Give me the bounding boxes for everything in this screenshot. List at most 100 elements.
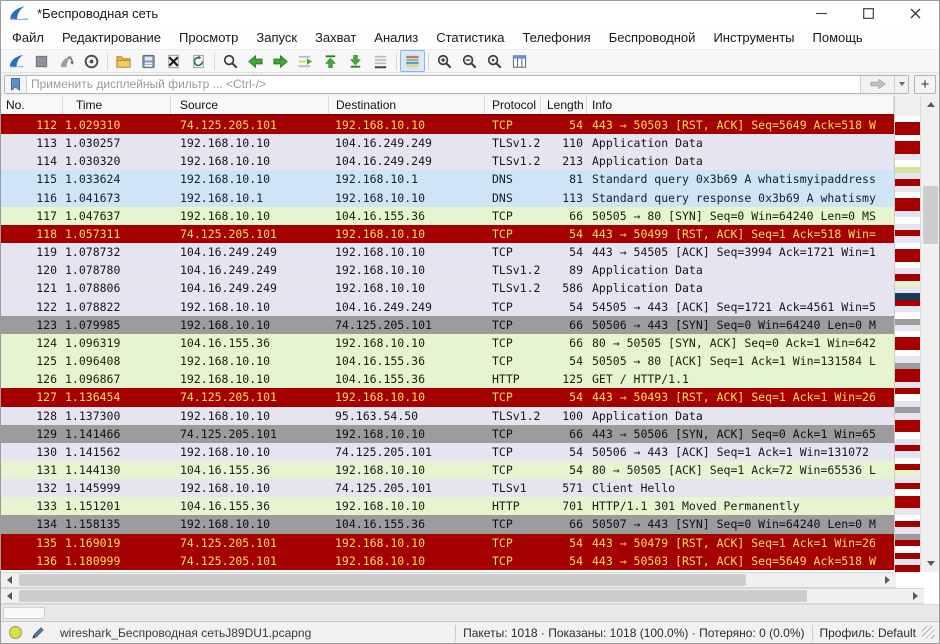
reload-file-button[interactable] [186, 50, 211, 72]
packet-list-hscrollbar[interactable] [1, 572, 896, 588]
column-header-destination[interactable]: Destination [329, 96, 485, 114]
hscroll-right-button[interactable] [879, 573, 896, 587]
cell-info: 50506 → 443 [ACK] Seq=1 Ack=1 Win=131072 [587, 443, 894, 461]
menu-item-analyze[interactable]: Анализ [365, 27, 427, 48]
go-back-button[interactable] [243, 50, 268, 72]
secondary-hscrollbar[interactable] [1, 588, 924, 604]
capture-comment-button[interactable] [31, 626, 45, 640]
packet-row[interactable]: 1301.141562192.168.10.1074.125.205.101TC… [1, 443, 894, 461]
column-header-length[interactable]: Length [541, 96, 587, 114]
packet-row[interactable]: 1281.137300192.168.10.1095.163.54.50TLSv… [1, 407, 894, 425]
packet-row[interactable]: 1251.096408192.168.10.10104.16.155.36TCP… [1, 352, 894, 370]
menu-item-statistics[interactable]: Статистика [427, 27, 513, 48]
restart-capture-button[interactable] [54, 50, 79, 72]
packet-row[interactable]: 1121.02931074.125.205.101192.168.10.10TC… [1, 116, 894, 134]
close-file-button[interactable] [161, 50, 186, 72]
filter-add-button[interactable]: + [914, 75, 936, 94]
packet-row[interactable]: 1231.079985192.168.10.1074.125.205.101TC… [1, 316, 894, 334]
packet-row[interactable]: 1181.05731174.125.205.101192.168.10.10TC… [1, 225, 894, 243]
close-button[interactable] [892, 1, 939, 25]
column-header-protocol[interactable]: Protocol [485, 96, 541, 114]
open-file-button[interactable] [111, 50, 136, 72]
menu-item-tools[interactable]: Инструменты [704, 27, 803, 48]
column-header-no[interactable]: No. [1, 96, 63, 114]
packet-row[interactable]: 1191.078732104.16.249.249192.168.10.10TC… [1, 243, 894, 261]
packet-row[interactable]: 1141.030320192.168.10.10104.16.249.249TL… [1, 152, 894, 170]
packet-row[interactable]: 1171.047637192.168.10.10104.16.155.36TCP… [1, 207, 894, 225]
profile-label[interactable]: Профиль: Default [820, 626, 917, 640]
scroll-up-button[interactable] [921, 96, 940, 113]
hscrollbar-thumb[interactable] [19, 590, 807, 602]
resize-columns-button[interactable] [507, 50, 532, 72]
cell-source: 192.168.10.10 [171, 134, 329, 152]
packet-row[interactable]: 1211.078806104.16.249.249192.168.10.10TL… [1, 279, 894, 297]
column-header-source[interactable]: Source [171, 96, 329, 114]
filter-bookmark-button[interactable] [5, 76, 27, 93]
zoom-original-button[interactable] [482, 50, 507, 72]
scroll-down-button[interactable] [921, 555, 940, 572]
hscroll-right-button[interactable] [907, 589, 924, 603]
maximize-button[interactable] [845, 1, 892, 25]
auto-scroll-button[interactable] [368, 50, 393, 72]
open-file-icon [115, 53, 132, 70]
zoom-in-button[interactable] [432, 50, 457, 72]
packet-row[interactable]: 1321.145999192.168.10.1074.125.205.101TL… [1, 479, 894, 497]
vertical-scrollbar-thumb[interactable] [923, 186, 938, 244]
zoom-out-button[interactable] [457, 50, 482, 72]
column-header-info[interactable]: Info [587, 96, 894, 114]
packet-row[interactable]: 1131.030257192.168.10.10104.16.249.249TL… [1, 134, 894, 152]
intelligent-scrollbar-minimap[interactable] [894, 96, 920, 572]
menu-item-telephony[interactable]: Телефония [513, 27, 599, 48]
menu-item-capture[interactable]: Захват [306, 27, 365, 48]
packet-row[interactable]: 1291.14146674.125.205.101192.168.10.10TC… [1, 425, 894, 443]
packet-row[interactable]: 1261.096867192.168.10.10104.16.155.36HTT… [1, 370, 894, 388]
packet-row[interactable]: 1341.158135192.168.10.10104.16.155.36TCP… [1, 515, 894, 533]
menu-item-file[interactable]: Файл [3, 27, 53, 48]
hscrollbar-thumb[interactable] [19, 574, 746, 586]
go-first-packet-button[interactable] [318, 50, 343, 72]
packet-row[interactable]: 1311.144130104.16.155.36192.168.10.10TCP… [1, 461, 894, 479]
find-packet-button[interactable] [218, 50, 243, 72]
cell-no: 131 [1, 461, 63, 479]
expert-info-button[interactable] [9, 626, 22, 639]
packet-row[interactable]: 1151.033624192.168.10.10192.168.10.1DNS8… [1, 170, 894, 188]
filter-apply-button[interactable] [860, 76, 894, 93]
menu-item-help[interactable]: Помощь [804, 27, 872, 48]
packet-row[interactable]: 1361.18099974.125.205.101192.168.10.10TC… [1, 552, 894, 570]
go-to-packet-icon [297, 53, 314, 70]
menu-item-view[interactable]: Просмотр [170, 27, 247, 48]
go-forward-button[interactable] [268, 50, 293, 72]
cell-no: 124 [1, 334, 63, 352]
packet-row[interactable]: 1221.078822192.168.10.10104.16.249.249TC… [1, 298, 894, 316]
hscroll-left-button[interactable] [1, 573, 18, 587]
packet-row[interactable]: 1271.13645474.125.205.101192.168.10.10TC… [1, 388, 894, 406]
packet-row[interactable]: 1331.151201104.16.155.36192.168.10.10HTT… [1, 497, 894, 515]
menu-item-wireless[interactable]: Беспроводной [600, 27, 705, 48]
start-capture-button[interactable] [4, 50, 29, 72]
save-file-button[interactable] [136, 50, 161, 72]
packet-row[interactable]: 1201.078780104.16.249.249192.168.10.10TL… [1, 261, 894, 279]
display-filter-input[interactable] [27, 77, 860, 92]
packet-row[interactable]: 1241.096319104.16.155.36192.168.10.10TCP… [1, 334, 894, 352]
cell-source: 192.168.10.10 [171, 207, 329, 225]
pane-handle[interactable] [3, 607, 45, 619]
packet-row[interactable]: 1161.041673192.168.10.1192.168.10.10DNS1… [1, 189, 894, 207]
filter-dropdown-button[interactable] [894, 76, 908, 93]
cell-protocol: TCP [485, 316, 541, 334]
stop-capture-button[interactable] [29, 50, 54, 72]
go-last-packet-button[interactable] [343, 50, 368, 72]
capture-options-button[interactable] [79, 50, 104, 72]
packet-row[interactable]: 1351.16901974.125.205.101192.168.10.10TC… [1, 534, 894, 552]
minimize-button[interactable] [798, 1, 845, 25]
menu-item-go[interactable]: Запуск [247, 27, 306, 48]
column-header-time[interactable]: Time [63, 96, 171, 114]
cell-protocol: TCP [485, 298, 541, 316]
resize-grip[interactable] [922, 626, 935, 639]
menu-item-edit[interactable]: Редактирование [53, 27, 170, 48]
go-to-packet-button[interactable] [293, 50, 318, 72]
colorize-packets-button[interactable] [400, 50, 425, 72]
vertical-scrollbar[interactable] [920, 96, 939, 572]
cell-length: 66 [541, 425, 587, 443]
hscroll-left-button[interactable] [1, 589, 18, 603]
cell-info: 443 → 54505 [ACK] Seq=3994 Ack=1721 Win=… [587, 243, 894, 261]
